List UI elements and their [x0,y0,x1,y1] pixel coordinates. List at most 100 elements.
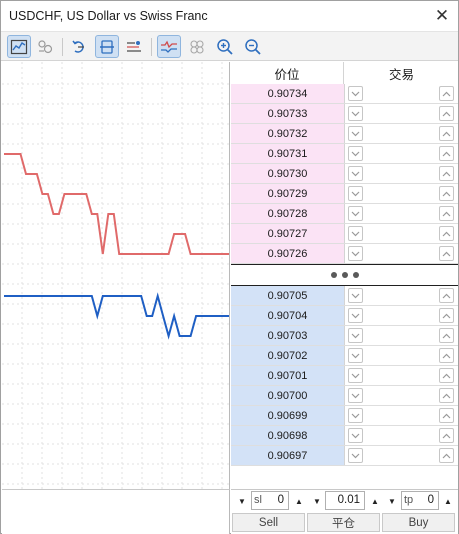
sell-limit-button[interactable] [348,388,363,403]
sell-limit-button[interactable] [348,328,363,343]
sell-limit-button[interactable] [348,408,363,423]
zoom-out-button[interactable] [241,35,265,58]
trade-cell[interactable] [344,426,458,445]
sell-limit-button[interactable] [348,288,363,303]
price-cell: 0.90734 [231,84,344,103]
triangle-up-icon: ▲ [371,496,379,506]
buy-limit-button[interactable] [439,388,454,403]
sell-limit-button[interactable] [348,146,363,161]
center-price-button[interactable] [95,35,119,58]
buy-limit-button[interactable] [439,206,454,221]
tp-input[interactable]: tp 0 [401,491,439,510]
volume-decrease-button[interactable]: ▼ [309,492,325,510]
buy-limit-button[interactable] [439,328,454,343]
sell-limit-button[interactable] [348,368,363,383]
volume-increase-button[interactable]: ▲ [367,492,383,510]
sell-limit-button[interactable] [348,308,363,323]
tp-value: 0 [427,494,434,506]
bid-row: 0.90705 [231,286,458,306]
one-click-trading-icon [72,40,84,53]
close-button[interactable]: ✕ [428,3,456,29]
chevron-down-icon [351,353,360,358]
trade-cell[interactable] [344,306,458,325]
trade-cell[interactable] [344,164,458,183]
history-button[interactable] [33,35,57,58]
sell-limit-button[interactable] [348,86,363,101]
chevron-up-icon [442,393,451,398]
buy-limit-button[interactable] [439,288,454,303]
sell-limit-button[interactable] [348,246,363,261]
tp-decrease-button[interactable]: ▼ [384,492,400,510]
buy-limit-button[interactable] [439,408,454,423]
trade-cell[interactable] [344,144,458,163]
trade-cell[interactable] [344,326,458,345]
buy-limit-button[interactable] [439,226,454,241]
close-position-button[interactable]: 平仓 [307,513,380,532]
trade-cell[interactable] [344,244,458,263]
trade-cell[interactable] [344,446,458,465]
price-column-header: 价位 [231,62,344,84]
bid-row: 0.90702 [231,346,458,366]
ask-row: 0.90729 [231,184,458,204]
volume-circles-button[interactable] [185,35,209,58]
trade-cell[interactable] [344,224,458,243]
sell-button[interactable]: Sell [232,513,305,532]
sell-limit-button[interactable] [348,348,363,363]
buy-limit-button[interactable] [439,106,454,121]
tp-increase-button[interactable]: ▲ [440,492,456,510]
zoom-in-button[interactable] [213,35,237,58]
volume-input[interactable]: 0.01 [325,491,365,510]
sell-limit-button[interactable] [348,448,363,463]
chart-settings-button[interactable] [7,35,31,58]
trade-cell[interactable] [344,366,458,385]
buy-button[interactable]: Buy [382,513,455,532]
sell-limit-button[interactable] [348,206,363,221]
trade-cell[interactable] [344,204,458,223]
sell-limit-button[interactable] [348,106,363,121]
trade-cell[interactable] [344,84,458,103]
buy-limit-button[interactable] [439,368,454,383]
dot-icon [352,272,359,278]
sl-input[interactable]: sl 0 [251,491,289,510]
buy-limit-button[interactable] [439,146,454,161]
title-bar: USDCHF, US Dollar vs Swiss Franc ✕ [1,1,458,31]
window-title: USDCHF, US Dollar vs Swiss Franc [9,9,208,23]
buy-limit-button[interactable] [439,86,454,101]
tick-chart-button[interactable] [157,35,181,58]
price-cell: 0.90730 [231,164,344,183]
sl-decrease-button[interactable]: ▼ [234,492,250,510]
ask-row: 0.90732 [231,124,458,144]
buy-limit-button[interactable] [439,186,454,201]
trade-cell[interactable] [344,386,458,405]
columns-settings-button[interactable] [122,35,146,58]
toolbar-separator [151,38,152,56]
price-cell: 0.90732 [231,124,344,143]
trade-cell[interactable] [344,406,458,425]
tick-chart-icon [161,40,177,53]
sell-limit-button[interactable] [348,166,363,181]
triangle-up-icon: ▲ [444,496,452,506]
one-click-trading-button[interactable] [68,35,92,58]
trade-panel: ▼ sl 0 ▲ ▼ 0.01 ▲ ▼ tp 0 ▲ Sell 平仓 Buy [231,489,458,534]
trade-cell[interactable] [344,124,458,143]
sell-limit-button[interactable] [348,186,363,201]
chevron-down-icon [351,433,360,438]
sell-limit-button[interactable] [348,126,363,141]
buy-limit-button[interactable] [439,126,454,141]
chevron-up-icon [442,191,451,196]
trade-cell[interactable] [344,286,458,305]
buy-limit-button[interactable] [439,348,454,363]
buy-limit-button[interactable] [439,166,454,181]
sell-limit-button[interactable] [348,226,363,241]
trade-cell[interactable] [344,184,458,203]
buy-limit-button[interactable] [439,448,454,463]
trade-cell[interactable] [344,346,458,365]
trade-cell[interactable] [344,104,458,123]
bid-row: 0.90700 [231,386,458,406]
buy-limit-button[interactable] [439,428,454,443]
buy-limit-button[interactable] [439,308,454,323]
chevron-down-icon [351,333,360,338]
buy-limit-button[interactable] [439,246,454,261]
sell-limit-button[interactable] [348,428,363,443]
sl-increase-button[interactable]: ▲ [291,492,307,510]
